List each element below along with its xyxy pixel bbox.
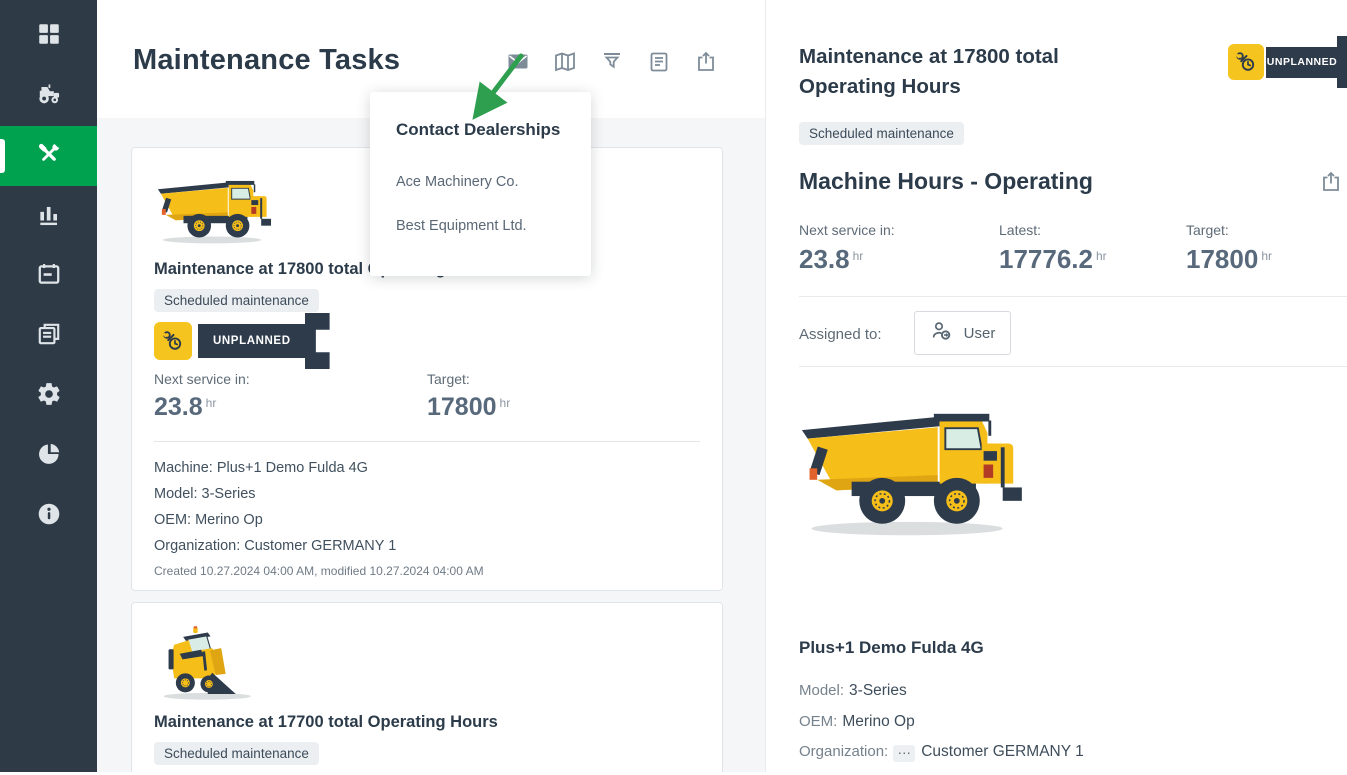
filter-icon[interactable] — [599, 49, 624, 75]
detail-value: Merino Op — [195, 512, 263, 528]
detail-value: Customer GERMANY 1 — [921, 743, 1084, 760]
detail-label: Machine: — [154, 460, 213, 476]
section-title: Machine Hours - Operating — [799, 168, 1093, 195]
tools-icon — [36, 141, 62, 172]
detail-value: 3-Series — [202, 486, 256, 502]
page-title: Maintenance Tasks — [133, 44, 400, 77]
hours-stats: Next service in: 23.8hr Latest: 17776.2h… — [799, 222, 1272, 275]
sidebar-item-machines[interactable] — [0, 66, 97, 126]
sidebar — [0, 0, 97, 772]
stat-unit: hr — [500, 396, 511, 410]
machine-details: Machine:Plus+1 Demo Fulda 4G Model:3-Ser… — [154, 460, 700, 554]
divider — [154, 441, 700, 442]
stat-label: Target: — [1186, 222, 1272, 238]
annotation-arrow — [420, 45, 540, 123]
ribbon-notch — [305, 313, 330, 369]
created-modified-meta: Created 10.27.2024 04:00 AM, modified 10… — [154, 564, 700, 578]
status-badge: UNPLANNED — [198, 324, 306, 358]
maintenance-type-badge: Scheduled maintenance — [799, 122, 964, 145]
detail-label: Model: — [154, 486, 198, 502]
status-ribbon: UNPLANNED — [154, 313, 700, 369]
sidebar-item-settings[interactable] — [0, 366, 97, 426]
sidebar-item-maintenance[interactable] — [0, 126, 97, 186]
bar-chart-icon — [36, 201, 62, 232]
calendar-icon — [36, 261, 62, 292]
notes-icon[interactable] — [646, 49, 671, 75]
detail-value: Plus+1 Demo Fulda 4G — [217, 460, 368, 476]
stat-value: 17776.2 — [999, 244, 1093, 274]
stat-unit: hr — [206, 396, 217, 410]
maintenance-type-badge: Scheduled maintenance — [154, 742, 319, 765]
dropdown-title: Contact Dealerships — [396, 120, 591, 140]
stat-value: 17800 — [427, 393, 497, 421]
stat-label: Next service in: — [799, 222, 999, 238]
sidebar-item-planner[interactable] — [0, 246, 97, 306]
sidebar-item-statistics[interactable] — [0, 186, 97, 246]
detail-label: Organization: — [154, 538, 240, 554]
expand-organization-button[interactable]: … — [893, 745, 915, 762]
assign-user-label: User — [964, 325, 996, 342]
assign-user-button[interactable]: User — [914, 311, 1011, 355]
sidebar-item-info[interactable] — [0, 486, 97, 546]
stat-value: 23.8 — [799, 244, 850, 274]
documents-icon — [36, 321, 62, 352]
stat-label: Latest: — [999, 222, 1186, 238]
map-icon[interactable] — [552, 49, 577, 75]
stat-unit: hr — [853, 249, 864, 263]
tractor-icon — [36, 81, 62, 112]
export-icon[interactable] — [1319, 170, 1343, 194]
task-title: Maintenance at 17700 total Operating Hou… — [154, 713, 700, 732]
maintenance-type-badge: Scheduled maintenance — [154, 289, 319, 312]
task-stats: Next service in: 23.8hr Target: 17800hr — [154, 371, 700, 422]
add-user-icon — [930, 320, 956, 346]
info-icon — [36, 501, 62, 532]
stat-value: 23.8 — [154, 393, 203, 421]
pie-chart-icon — [36, 441, 62, 472]
wrench-clock-icon — [1228, 44, 1264, 80]
detail-label: Model: — [799, 682, 844, 699]
machine-name: Plus+1 Demo Fulda 4G — [799, 638, 984, 658]
detail-value: Merino Op — [842, 713, 914, 730]
maintenance-task-card[interactable]: Maintenance at 17700 total Operating Hou… — [131, 602, 723, 772]
loader-illustration — [154, 619, 700, 703]
panel-title: Maintenance at 17800 total Operating Hou… — [799, 42, 1129, 102]
stat-label: Next service in: — [154, 371, 427, 387]
wrench-clock-icon — [154, 322, 192, 360]
divider — [799, 296, 1347, 297]
stat-unit: hr — [1096, 249, 1107, 263]
detail-label: OEM: — [154, 512, 191, 528]
status-badge: UNPLANNED — [1266, 47, 1338, 78]
dropdown-item-best-equipment[interactable]: Best Equipment Ltd. — [396, 218, 591, 234]
detail-value: 3-Series — [849, 682, 907, 699]
machine-details: Model: 3-Series OEM: Merino Op Organizatio… — [799, 682, 1084, 775]
assigned-to-label: Assigned to: — [799, 326, 882, 343]
gear-icon — [36, 381, 62, 412]
sidebar-item-dashboard[interactable] — [0, 6, 97, 66]
status-ribbon: UNPLANNED — [1228, 36, 1347, 88]
export-icon[interactable] — [693, 49, 718, 75]
detail-label: OEM: — [799, 713, 837, 730]
ribbon-notch — [1337, 36, 1347, 88]
task-detail-panel: Maintenance at 17800 total Operating Hou… — [765, 0, 1347, 772]
detail-value: Customer GERMANY 1 — [244, 538, 396, 554]
dropdown-item-ace-machinery[interactable]: Ace Machinery Co. — [396, 174, 591, 190]
sidebar-item-reports[interactable] — [0, 426, 97, 486]
divider — [799, 366, 1347, 367]
stat-value: 17800 — [1186, 244, 1258, 274]
sidebar-item-documents[interactable] — [0, 306, 97, 366]
dashboard-icon — [36, 21, 62, 52]
dump-truck-illustration — [794, 388, 1024, 546]
detail-label: Organization: — [799, 743, 888, 760]
stat-label: Target: — [427, 371, 700, 387]
stat-unit: hr — [1261, 249, 1272, 263]
